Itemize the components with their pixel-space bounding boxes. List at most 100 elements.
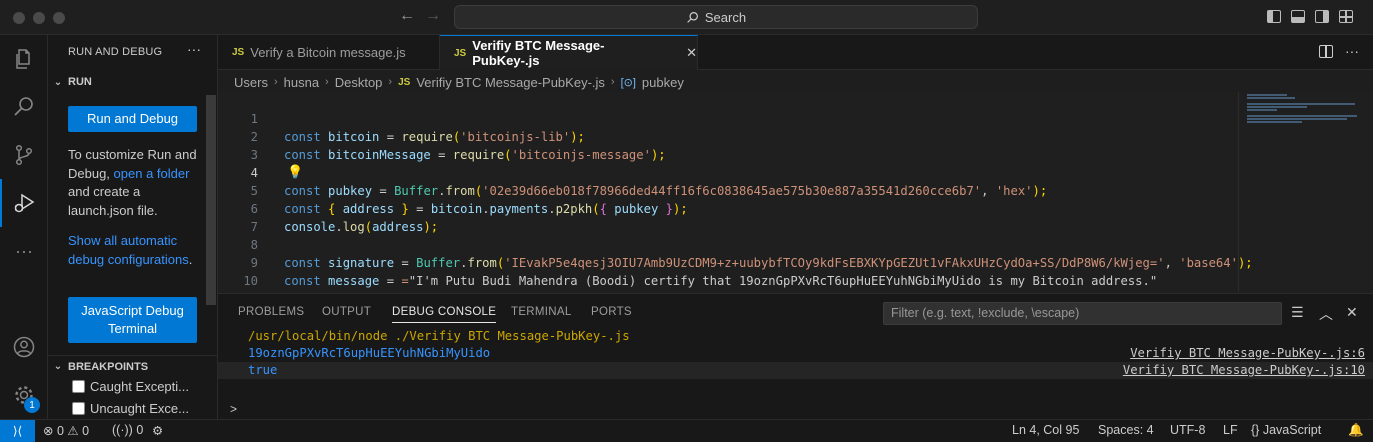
manage-badge: 1 (24, 397, 40, 413)
tab-terminal[interactable]: TERMINAL (511, 306, 572, 318)
close-tab-icon[interactable]: ✕ (686, 45, 697, 61)
accounts-icon[interactable] (0, 323, 48, 371)
console-line: true Verifiy BTC Message-PubKey-.js:10 (218, 362, 1373, 379)
tab-verify-bitcoin-message[interactable]: JS Verify a Bitcoin message.js (218, 35, 440, 70)
javascript-debug-terminal-button[interactable]: JavaScript Debug Terminal (68, 297, 197, 343)
sidebar-title: RUN AND DEBUG (68, 46, 163, 58)
code-line: 1 const bitcoin = require('bitcoinjs-lib… (218, 92, 1238, 144)
maximize-window-button[interactable] (53, 12, 65, 24)
toggle-panel-icon[interactable] (1291, 10, 1305, 23)
problems-status[interactable]: ⊗ 0 ⚠ 0 (43, 423, 89, 438)
editor-more-actions-icon[interactable]: ··· (1345, 43, 1359, 59)
notifications-bell-icon[interactable]: 🔔 (1348, 423, 1364, 438)
eol-status[interactable]: LF (1223, 423, 1238, 437)
customize-text: To customize Run and Debug, open a folde… (68, 147, 197, 218)
antenna-icon: ((·)) (112, 423, 133, 437)
close-panel-icon[interactable]: ✕ (1346, 304, 1358, 321)
activity-bar: ··· 1 (0, 35, 48, 419)
title-bar: ← → Search (0, 0, 1373, 35)
console-source-link[interactable]: Verifiy BTC Message-PubKey-.js:6 (1130, 345, 1365, 362)
maximize-panel-icon[interactable]: ︿ (1319, 304, 1333, 324)
run-section-label: RUN (68, 76, 92, 88)
breadcrumb-item[interactable]: Desktop (335, 75, 383, 90)
open-folder-link[interactable]: open a folder (114, 166, 190, 181)
encoding-status[interactable]: UTF-8 (1170, 423, 1205, 437)
command-center-search[interactable]: Search (454, 5, 978, 29)
checkbox[interactable] (72, 380, 85, 393)
back-arrow-icon[interactable]: ← (397, 7, 417, 25)
breakpoint-uncaught-exceptions[interactable]: Uncaught Exce... (72, 401, 189, 416)
debug-console-filter-input[interactable]: Filter (e.g. text, !exclude, \escape) (883, 302, 1282, 325)
chevron-right-icon: › (325, 76, 329, 88)
console-source-link[interactable]: Verifiy BTC Message-PubKey-.js:10 (1123, 362, 1365, 379)
run-and-debug-button[interactable]: Run and Debug (68, 106, 197, 132)
breadcrumb-item[interactable]: pubkey (642, 75, 684, 90)
ports-status[interactable]: ((·)) 0 (112, 423, 143, 437)
console-line: 19oznGpPXvRcT6upHuEEYuhNGbiMyUido Verifi… (248, 345, 1365, 362)
code-editor[interactable]: 1 const bitcoin = require('bitcoinjs-lib… (218, 92, 1373, 306)
javascript-file-icon: JS (398, 76, 411, 88)
console-input-prompt[interactable]: > (230, 402, 237, 416)
checkbox[interactable] (72, 402, 85, 415)
indentation-status[interactable]: Spaces: 4 (1098, 423, 1154, 437)
show-all-configurations: Show all automatic debug configurations. (68, 233, 193, 267)
error-icon: ⊗ (43, 424, 54, 438)
javascript-file-icon: JS (232, 47, 245, 58)
breadcrumb-item[interactable]: husna (284, 75, 319, 90)
customize-layout-icon[interactable] (1339, 10, 1353, 23)
tab-debug-console[interactable]: DEBUG CONSOLE (392, 306, 497, 323)
code-line: 8 const signature = Buffer.from('IEvakP5… (218, 218, 1253, 270)
search-view-icon[interactable] (0, 83, 48, 131)
search-label: Search (704, 9, 747, 25)
tab-output[interactable]: OUTPUT (322, 306, 371, 318)
status-bar: ⟩⟨ ⊗ 0 ⚠ 0 ((·)) 0 ⚙ Ln 4, Col 95 Spaces… (0, 419, 1373, 442)
code-line: 10 console.log(bitcoinMessage.verify(mes… (218, 254, 1238, 306)
code-line: 3 💡 (218, 128, 1238, 180)
code-line: 5 const { address } = bitcoin.payments.p… (218, 164, 1238, 216)
breakpoint-caught-exceptions[interactable]: Caught Excepti... (72, 379, 189, 394)
run-and-debug-sidebar: RUN AND DEBUG ··· ⌄ RUN Run and Debug To… (48, 35, 218, 419)
tab-problems[interactable]: PROBLEMS (238, 306, 304, 318)
more-views-icon[interactable]: ··· (0, 227, 48, 275)
close-window-button[interactable] (13, 12, 25, 24)
minimize-window-button[interactable] (33, 12, 45, 24)
run-and-debug-icon[interactable] (0, 179, 48, 227)
chevron-right-icon: › (388, 76, 393, 88)
source-control-icon[interactable] (0, 131, 48, 179)
show-all-configurations-link[interactable]: Show all automatic debug configurations (68, 233, 189, 267)
braces-icon: {} (1251, 423, 1260, 437)
split-editor-icon[interactable] (1319, 45, 1333, 58)
remote-indicator-icon[interactable]: ⟩⟨ (0, 420, 35, 442)
breakpoints-section-header[interactable]: ⌄ BREAKPOINTS (48, 355, 217, 377)
clear-console-icon[interactable]: ☰ (1291, 304, 1304, 321)
minimap[interactable] (1238, 92, 1358, 292)
code-line-current: 4 const pubkey = Buffer.from('02e39d66eb… (218, 146, 1238, 198)
warning-icon: ⚠ (67, 424, 79, 438)
toggle-secondary-sidebar-icon[interactable] (1315, 10, 1329, 23)
toggle-primary-sidebar-icon[interactable] (1267, 10, 1281, 23)
explorer-icon[interactable] (0, 35, 48, 83)
tab-ports[interactable]: PORTS (591, 306, 632, 318)
breakpoints-section-label: BREAKPOINTS (68, 360, 149, 373)
run-section-header[interactable]: ⌄ RUN (48, 71, 217, 93)
cursor-position[interactable]: Ln 4, Col 95 (1012, 423, 1079, 437)
sidebar-more-icon[interactable]: ··· (187, 41, 201, 57)
forward-arrow-icon[interactable]: → (423, 7, 443, 25)
manage-gear-icon[interactable]: 1 (0, 371, 48, 419)
breadcrumb-item[interactable]: Users (234, 75, 268, 90)
language-mode[interactable]: {} JavaScript (1251, 423, 1321, 437)
debug-status-icon[interactable]: ⚙ (152, 423, 163, 438)
search-icon (687, 11, 698, 23)
chevron-down-icon: ⌄ (53, 76, 63, 88)
sidebar-scrollbar[interactable] (206, 95, 216, 305)
breadcrumb: Users › husna › Desktop › JS Verifiy BTC… (234, 71, 684, 93)
breadcrumb-item[interactable]: Verifiy BTC Message-PubKey-.js (416, 75, 605, 90)
code-line: 7 (218, 200, 1238, 234)
console-line: /usr/local/bin/node ./Verifiy BTC Messag… (248, 329, 630, 343)
chevron-right-icon: › (273, 76, 278, 88)
chevron-right-icon: › (610, 76, 615, 88)
code-line: 6 console.log(address); (218, 182, 1238, 234)
bottom-panel: PROBLEMS OUTPUT DEBUG CONSOLE TERMINAL P… (218, 293, 1373, 419)
javascript-file-icon: JS (454, 47, 467, 59)
tab-verifiy-btc-message-pubkey[interactable]: JS Verifiy BTC Message-PubKey-.js ✕ (440, 35, 698, 70)
